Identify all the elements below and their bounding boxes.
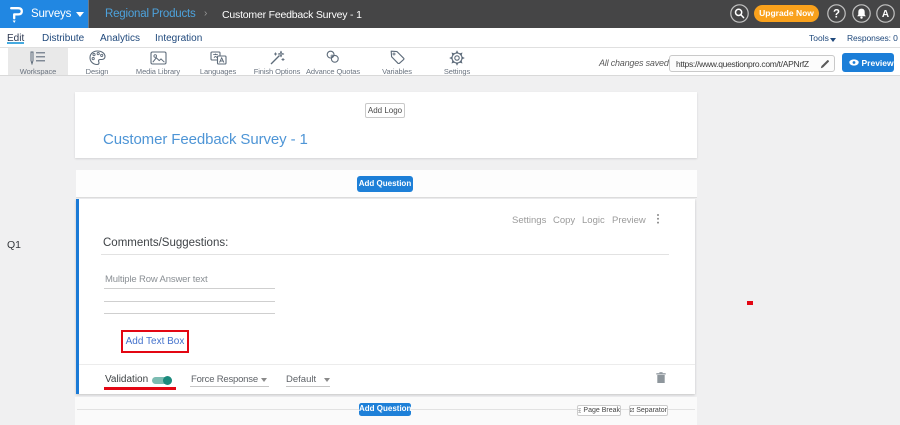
svg-text:?: ? <box>833 9 840 21</box>
svg-text:A: A <box>882 9 889 20</box>
